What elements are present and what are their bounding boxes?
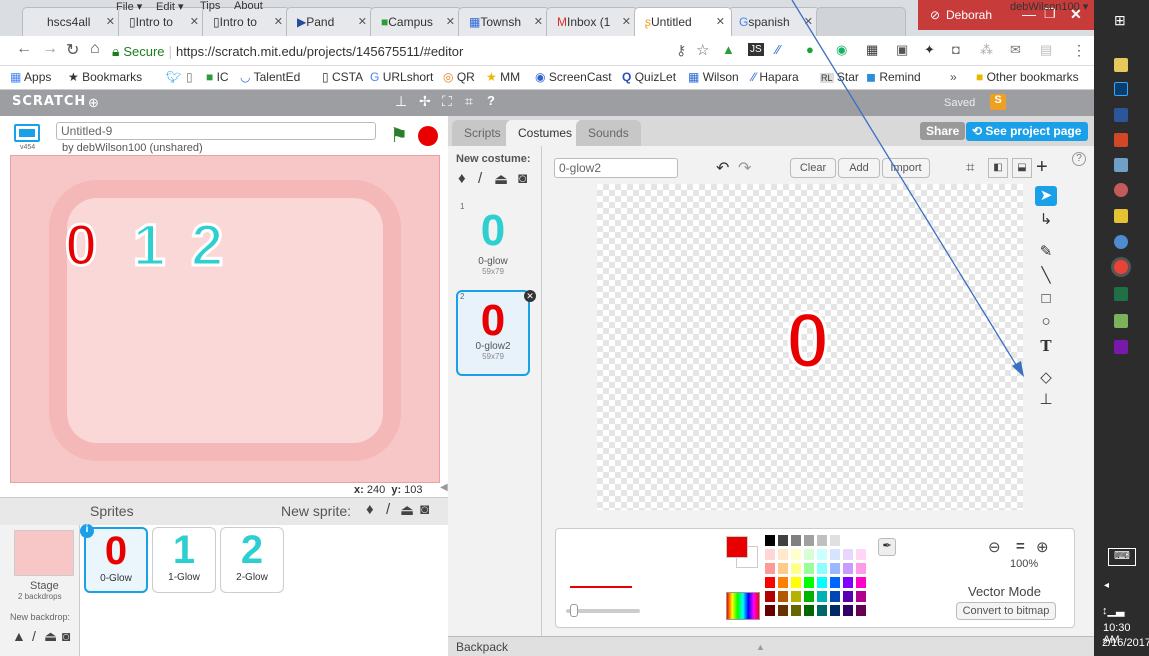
tab-label: Untitled: [651, 15, 692, 29]
app-icon-red[interactable]: [1114, 183, 1128, 197]
tab-untitled[interactable]: ʂ Untitled ✕: [634, 7, 732, 36]
file-explorer-icon[interactable]: [1114, 58, 1128, 72]
network-icon[interactable]: ↕▁▃: [1102, 604, 1124, 617]
tray-chevron-icon[interactable]: ◂: [1104, 580, 1109, 591]
excel-icon[interactable]: [1114, 287, 1128, 301]
notepad-icon[interactable]: [1114, 158, 1128, 172]
close-icon[interactable]: ✕: [716, 15, 725, 28]
powerpoint-icon[interactable]: [1114, 133, 1128, 147]
photoshop-icon[interactable]: [1114, 82, 1128, 96]
word-icon[interactable]: [1114, 108, 1128, 122]
clock-date: 2/16/2017: [1102, 637, 1149, 649]
app-icon-blue[interactable]: [1114, 235, 1128, 249]
keyboard-icon[interactable]: ⌨: [1108, 548, 1136, 566]
chrome-icon[interactable]: [1114, 260, 1128, 274]
app-icon-green[interactable]: [1114, 314, 1128, 328]
onenote-icon[interactable]: [1114, 340, 1128, 354]
annotation-arrow: [791, 0, 1024, 377]
app-icon-yellow[interactable]: [1114, 209, 1128, 223]
windows-start-icon[interactable]: ⊞: [1114, 12, 1126, 29]
